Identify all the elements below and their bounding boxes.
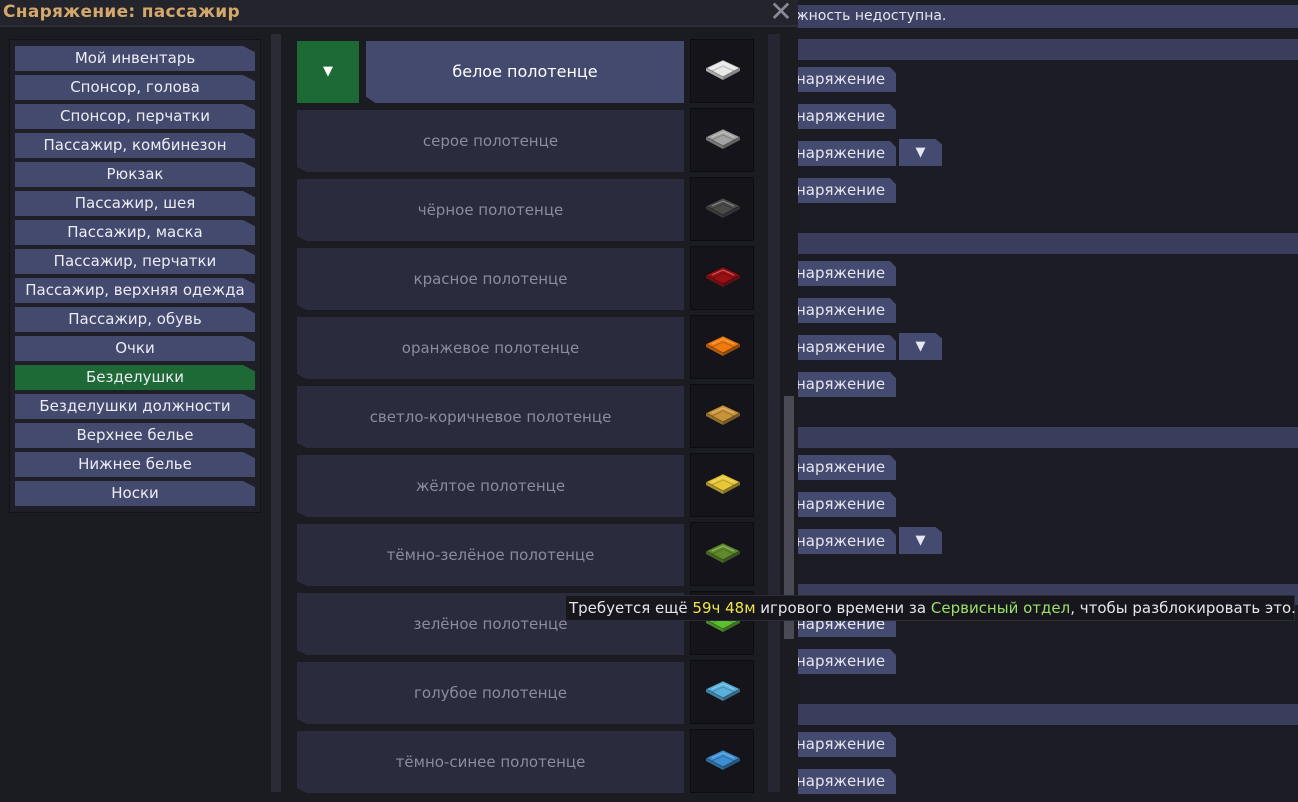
category-button[interactable]: Пассажир, обувь	[15, 307, 255, 332]
category-button[interactable]: Носки	[15, 481, 255, 506]
background-equip-button[interactable]: наряжение	[795, 141, 896, 166]
background-equip-button[interactable]: наряжение	[795, 732, 896, 757]
item-row[interactable]: оранжевое полотенце	[297, 317, 684, 379]
background-equip-button[interactable]: наряжение	[795, 529, 896, 554]
background-equip-button[interactable]: наряжение	[795, 455, 896, 480]
item-name: тёмно-зелёное полотенце	[386, 546, 595, 564]
category-button[interactable]: Спонсор, перчатки	[15, 104, 255, 129]
item-row[interactable]: красное полотенце	[297, 248, 684, 310]
category-button[interactable]: Безделушки	[15, 365, 255, 390]
background-section-header	[795, 233, 1298, 254]
towel-white-icon	[704, 58, 742, 82]
category-button[interactable]: Спонсор, голова	[15, 75, 255, 100]
towel-tan-icon	[704, 403, 742, 427]
close-icon[interactable]: ✕	[768, 0, 794, 26]
category-button[interactable]: Безделушки должности	[15, 394, 255, 419]
unlock-requirement-tooltip: Требуется ещё 59ч 48м игрового времени з…	[565, 595, 1296, 621]
background-equip-button[interactable]: наряжение	[795, 67, 896, 92]
background-section-header	[795, 704, 1298, 725]
item-preview[interactable]	[690, 108, 754, 172]
towel-orange-icon	[704, 334, 742, 358]
category-button[interactable]: Пассажир, комбинезон	[15, 133, 255, 158]
item-name: жёлтое полотенце	[415, 477, 566, 495]
item-preview[interactable]	[690, 522, 754, 586]
item-name: серое полотенце	[422, 132, 559, 150]
window-title: Снаряжение: пассажир	[3, 2, 240, 22]
item-name: белое полотенце	[452, 62, 598, 81]
background-equip-button[interactable]: наряжение	[795, 492, 896, 517]
background-equip-button[interactable]: наряжение	[795, 298, 896, 323]
background-status-text: жность недоступна.	[795, 5, 1298, 28]
background-equip-button[interactable]: наряжение	[795, 372, 896, 397]
item-name: красное полотенце	[413, 270, 568, 288]
tooltip-suffix: , чтобы разблокировать это.	[1070, 599, 1296, 617]
loadout-window: Снаряжение: пассажир ✕ Мой инвентарь Спон…	[0, 0, 798, 802]
towel-red-icon	[704, 265, 742, 289]
background-equip-button[interactable]: наряжение	[795, 335, 896, 360]
window-titlebar[interactable]: Снаряжение: пассажир ✕	[0, 0, 798, 27]
item-row[interactable]: тёмно-синее полотенце	[297, 731, 684, 793]
item-preview[interactable]	[690, 39, 754, 103]
item-preview[interactable]	[690, 177, 754, 241]
item-preview[interactable]	[690, 729, 754, 793]
item-preview[interactable]	[690, 660, 754, 724]
background-equip-button[interactable]: наряжение	[795, 261, 896, 286]
towel-gray-icon	[704, 127, 742, 151]
game-screen: жность недоступна. наряжение наряжение н…	[0, 0, 1298, 802]
item-preview[interactable]	[690, 315, 754, 379]
background-dropdown-button[interactable]: ▼	[899, 139, 942, 166]
item-row[interactable]: светло-коричневое полотенце	[297, 386, 684, 448]
item-preview[interactable]	[690, 453, 754, 517]
category-button[interactable]: Пассажир, маска	[15, 220, 255, 245]
category-button[interactable]: Нижнее белье	[15, 452, 255, 477]
background-equip-button[interactable]: наряжение	[795, 769, 896, 794]
tooltip-prefix: Требуется ещё	[569, 599, 693, 617]
item-row[interactable]: тёмно-зелёное полотенце	[297, 524, 684, 586]
category-button[interactable]: Верхнее белье	[15, 423, 255, 448]
background-equip-button[interactable]: наряжение	[795, 178, 896, 203]
item-preview[interactable]	[690, 384, 754, 448]
tooltip-middle: игрового времени за	[755, 599, 931, 617]
towel-lightblue-icon	[704, 679, 742, 703]
item-row-selected[interactable]: белое полотенце	[366, 41, 684, 103]
category-button[interactable]: Очки	[15, 336, 255, 361]
category-button[interactable]: Мой инвентарь	[15, 46, 255, 71]
background-section-header	[795, 39, 1298, 60]
item-name: тёмно-синее полотенце	[395, 753, 586, 771]
background-section-header	[795, 427, 1298, 448]
panel-divider	[271, 34, 281, 792]
item-name: голубое полотенце	[414, 684, 567, 702]
item-preview[interactable]	[690, 246, 754, 310]
towel-darkgreen-icon	[704, 541, 742, 565]
item-dropdown-button[interactable]: ▼	[297, 41, 359, 103]
background-dropdown-button[interactable]: ▼	[899, 527, 942, 554]
item-row[interactable]: серое полотенце	[297, 110, 684, 172]
item-scrollbar-track[interactable]	[768, 34, 780, 792]
background-equip-button[interactable]: наряжение	[795, 649, 896, 674]
item-row[interactable]: жёлтое полотенце	[297, 455, 684, 517]
item-row[interactable]: голубое полотенце	[297, 662, 684, 724]
category-button[interactable]: Пассажир, верхняя одежда	[15, 278, 255, 303]
category-button[interactable]: Пассажир, шея	[15, 191, 255, 216]
item-row[interactable]: чёрное полотенце	[297, 179, 684, 241]
tooltip-department: Сервисный отдел	[930, 599, 1071, 617]
towel-yellow-icon	[704, 472, 742, 496]
item-name: светло-коричневое полотенце	[369, 408, 612, 426]
item-name: оранжевое полотенце	[401, 339, 580, 357]
category-button[interactable]: Пассажир, перчатки	[15, 249, 255, 274]
background-equip-button[interactable]: наряжение	[795, 104, 896, 129]
towel-black-icon	[704, 196, 742, 220]
item-name: чёрное полотенце	[417, 201, 564, 219]
tooltip-time: 59ч 48м	[692, 599, 756, 617]
towel-darkblue-icon	[704, 748, 742, 772]
category-button[interactable]: Рюкзак	[15, 162, 255, 187]
background-dropdown-button[interactable]: ▼	[899, 333, 942, 360]
